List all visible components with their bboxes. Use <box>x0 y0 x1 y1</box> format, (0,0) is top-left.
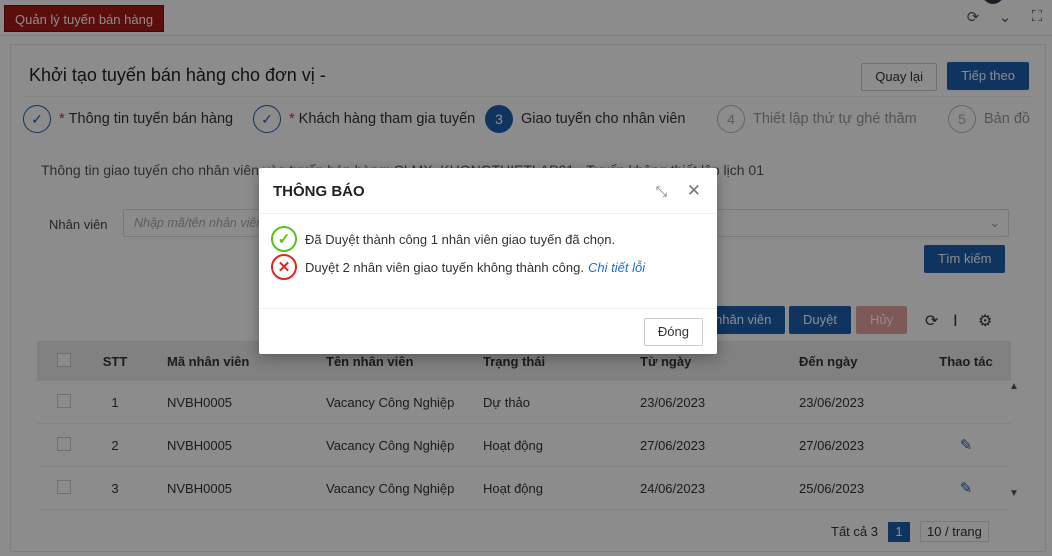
dialog-header: THÔNG BÁO ⤡ ✕ <box>259 168 717 214</box>
close-icon[interactable]: ✕ <box>687 181 701 201</box>
x-circle-icon: ✕ <box>271 254 297 280</box>
expand-icon[interactable]: ⤡ <box>656 183 667 200</box>
success-message: ✓ Đã Duyệt thành công 1 nhân viên giao t… <box>271 226 615 252</box>
notification-dialog: THÔNG BÁO ⤡ ✕ ✓ Đã Duyệt thành công 1 nh… <box>259 168 717 354</box>
dialog-footer: Đóng <box>259 308 717 354</box>
close-button[interactable]: Đóng <box>643 318 703 346</box>
check-circle-icon: ✓ <box>271 226 297 252</box>
error-details-link[interactable]: Chi tiết lỗi <box>588 260 645 275</box>
dialog-title: THÔNG BÁO <box>273 183 365 200</box>
error-message: ✕ Duyệt 2 nhân viên giao tuyến không thà… <box>271 254 645 280</box>
